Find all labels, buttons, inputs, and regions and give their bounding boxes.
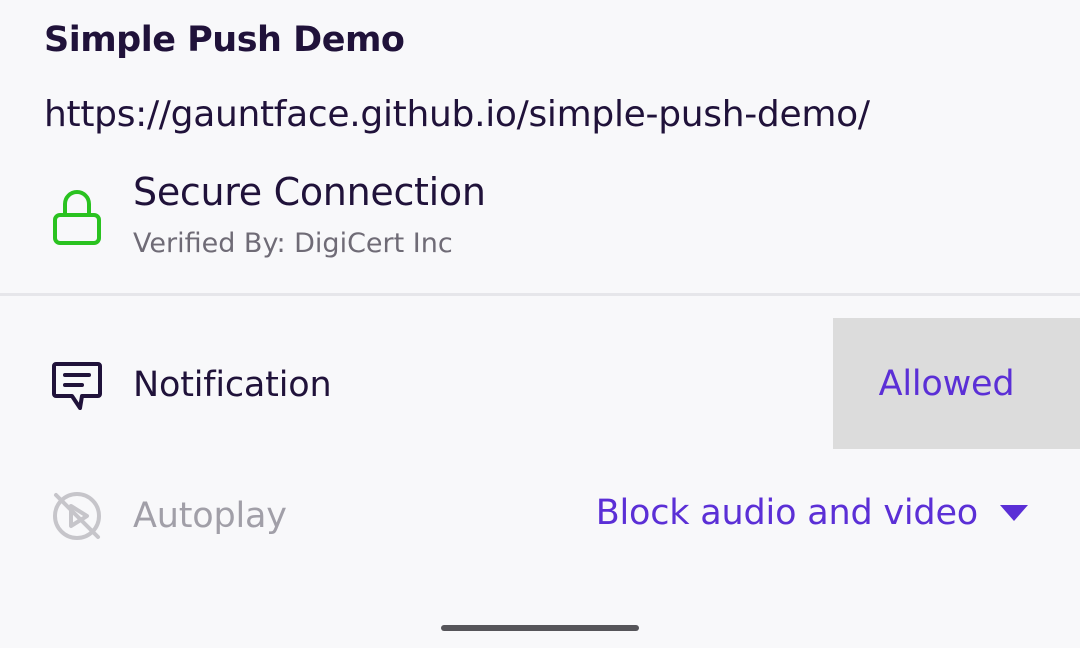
certificate-issuer: Verified By: DigiCert Inc bbox=[133, 228, 453, 259]
permission-row-autoplay: Autoplay Block audio and video bbox=[0, 455, 1080, 580]
autoplay-select-value: Block audio and video bbox=[595, 493, 978, 533]
site-info-panel: Simple Push Demo https://gauntface.githu… bbox=[0, 0, 1080, 648]
lock-icon bbox=[53, 190, 101, 245]
security-title: Secure Connection bbox=[133, 170, 486, 214]
security-info: Secure Connection Verified By: DigiCert … bbox=[0, 166, 1080, 276]
divider bbox=[0, 293, 1080, 296]
notification-permission-value: Allowed bbox=[878, 363, 1015, 404]
site-url: https://gauntface.github.io/simple-push-… bbox=[44, 94, 870, 135]
permission-row-notification: Notification Allowed bbox=[0, 318, 1080, 449]
site-title: Simple Push Demo bbox=[44, 20, 405, 60]
autoplay-select[interactable]: Block audio and video bbox=[596, 493, 1028, 533]
autoplay-label: Autoplay bbox=[133, 496, 287, 536]
home-indicator[interactable] bbox=[441, 625, 639, 631]
chevron-down-icon bbox=[1000, 505, 1028, 521]
notification-permission-button[interactable]: Allowed bbox=[833, 318, 1080, 449]
autoplay-blocked-icon bbox=[53, 492, 101, 540]
notification-label: Notification bbox=[133, 365, 332, 405]
notification-icon bbox=[52, 362, 102, 410]
